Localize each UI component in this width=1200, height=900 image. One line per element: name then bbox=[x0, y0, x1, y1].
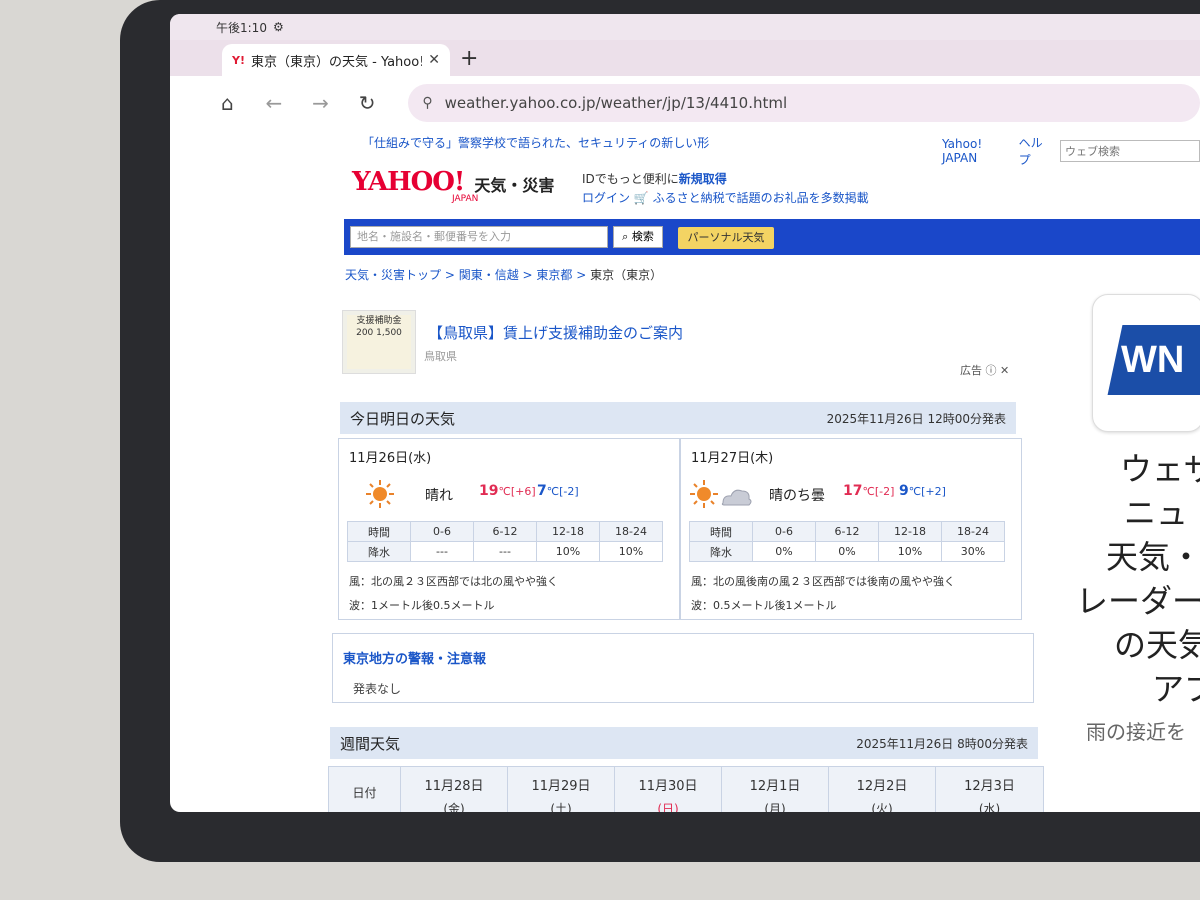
forecast-header: 今日明日の天気 2025年11月26日 12時00分発表 bbox=[340, 402, 1016, 434]
breadcrumb-region[interactable]: 関東・信越 bbox=[459, 268, 519, 282]
furusato-link[interactable]: ふるさと納税で話題のお礼品を多数掲載 bbox=[653, 191, 869, 205]
low-temp: 7℃[-2] bbox=[537, 483, 579, 499]
id-text: IDでもっと便利に bbox=[582, 172, 679, 186]
forecast-issued: 2025年11月26日 12時00分発表 bbox=[826, 411, 1006, 426]
gear-icon: ⚙ bbox=[272, 20, 284, 34]
logo-sub: JAPAN bbox=[452, 194, 479, 204]
wind-text: 風：北の風２３区西部では北の風やや強く bbox=[349, 575, 558, 588]
weekly-title: 週間天気 bbox=[340, 734, 401, 753]
ad-info-icon[interactable]: ⓘ bbox=[986, 364, 997, 377]
weathernews-app-logo[interactable]: WN bbox=[1092, 294, 1200, 432]
ad-label: 広告 ⓘ ✕ bbox=[960, 364, 1010, 377]
weekly-date-cell: 12月2日 (火) bbox=[829, 767, 936, 812]
ad-image-text: 支援補助金 200 1,500 bbox=[347, 315, 411, 369]
new-tab-button[interactable]: + bbox=[460, 46, 478, 71]
yahoo-japan-link[interactable]: Yahoo! JAPAN bbox=[942, 137, 1007, 165]
breadcrumb: 天気・災害トップ > 関東・信越 > 東京都 > 東京（東京） bbox=[345, 268, 663, 282]
day-date: 11月26日(水) bbox=[349, 451, 432, 466]
ad-image[interactable]: 支援補助金 200 1,500 bbox=[342, 310, 416, 374]
breadcrumb-current: 東京（東京） bbox=[590, 268, 663, 282]
day-date: 11月27日(木) bbox=[691, 451, 774, 466]
top-links: Yahoo! JAPAN ヘルプ bbox=[942, 134, 1200, 168]
login-link[interactable]: ログイン bbox=[582, 191, 630, 205]
personal-weather-button[interactable]: パーソナル天気 bbox=[678, 227, 774, 249]
search-icon: ⌕ bbox=[622, 230, 629, 243]
warning-text: 発表なし bbox=[353, 682, 402, 696]
tab-strip: Y! 東京（東京）の天気 - Yahoo! ✕ + bbox=[170, 40, 1200, 76]
forward-icon[interactable]: → bbox=[309, 91, 332, 115]
weekly-row-label: 日付 bbox=[329, 767, 401, 812]
logo-letters: WN bbox=[1121, 339, 1185, 381]
close-tab-icon[interactable]: ✕ bbox=[428, 52, 440, 68]
weekly-date-cell: 11月28日 (金) bbox=[401, 767, 508, 812]
yahoo-favicon-icon: Y! bbox=[232, 53, 245, 67]
reload-icon[interactable]: ↻ bbox=[356, 91, 379, 115]
browser-tab[interactable]: Y! 東京（東京）の天気 - Yahoo! ✕ bbox=[222, 44, 450, 76]
side-line: アプ bbox=[1152, 670, 1200, 708]
breadcrumb-pref[interactable]: 東京都 bbox=[536, 268, 572, 282]
sun-icon bbox=[366, 480, 394, 508]
tab-title: 東京（東京）の天気 - Yahoo! bbox=[250, 54, 423, 70]
forecast-title: 今日明日の天気 bbox=[350, 409, 456, 428]
weekly-date-cell: 11月29日 (土) bbox=[508, 767, 615, 812]
address-bar[interactable]: ⚲ weather.yahoo.co.jp/weather/jp/13/4410… bbox=[408, 84, 1200, 122]
sun-then-cloud-icon bbox=[690, 480, 752, 508]
forecast-day-today: 11月26日(水) 晴れ 19℃[+6] 7℃[-2] 時間 0-6 6-12 12-… bbox=[338, 438, 680, 620]
url-text: weather.yahoo.co.jp/weather/jp/13/4410.h… bbox=[444, 94, 788, 112]
id-area: IDでもっと便利に新規取得 ログイン 🛒 ふるさと納税で話題のお礼品を多数掲載 bbox=[582, 170, 869, 208]
high-temp: 17℃[-2] bbox=[843, 483, 895, 499]
web-search-input[interactable] bbox=[1060, 140, 1200, 162]
forecast-day-tomorrow: 11月27日(木) 晴のち曇 17℃[-2] 9℃[+2] 時間 0-6 6-12 1… bbox=[680, 438, 1022, 620]
warning-box: 東京地方の警報・注意報 発表なし bbox=[332, 633, 1034, 703]
yahoo-weather-logo[interactable]: YAHOO! JAPAN 天気・災害 bbox=[352, 167, 555, 204]
cart-icon: 🛒 bbox=[633, 191, 649, 205]
back-icon[interactable]: ← bbox=[263, 91, 286, 115]
signup-link[interactable]: 新規取得 bbox=[679, 172, 727, 186]
weekly-header: 週間天気 2025年11月26日 8時00分発表 bbox=[330, 727, 1038, 759]
side-line: レーダー bbox=[1076, 582, 1200, 620]
ad-sponsor: 鳥取県 bbox=[424, 350, 457, 363]
side-sub: 雨の接近を bbox=[1086, 720, 1186, 744]
weather-text: 晴れ bbox=[425, 488, 453, 504]
status-time: 午後1:10 bbox=[216, 20, 267, 35]
weekly-date-cell: 12月1日 (月) bbox=[722, 767, 829, 812]
wave-text: 波：0.5メートル後1メートル bbox=[691, 599, 837, 612]
wave-text: 波：1メートル後0.5メートル bbox=[349, 599, 495, 612]
weekly-date-cell: 12月3日 (水) bbox=[936, 767, 1043, 812]
side-line: 天気・ bbox=[1106, 538, 1200, 576]
logo-text: YAHOO! bbox=[352, 167, 465, 197]
service-name: 天気・災害 bbox=[474, 176, 555, 195]
side-line: ニュ bbox=[1124, 494, 1189, 532]
search-button[interactable]: ⌕ 検索 bbox=[613, 226, 663, 248]
ad-title[interactable]: 【鳥取県】賃上げ支援補助金のご案内 bbox=[428, 322, 683, 343]
location-search-input[interactable]: 地名・施設名・郵便番号を入力 bbox=[350, 226, 608, 248]
ad-close-icon[interactable]: ✕ bbox=[1000, 364, 1009, 377]
weekly-issued: 2025年11月26日 8時00分発表 bbox=[856, 736, 1028, 751]
warning-title[interactable]: 東京地方の警報・注意報 bbox=[343, 648, 486, 667]
side-line: ウェザ bbox=[1120, 450, 1200, 488]
low-temp: 9℃[+2] bbox=[899, 483, 946, 499]
weekly-table: 日付 11月28日 (金) 11月29日 (土) 11月30日 (日) 12月1日 (月… bbox=[328, 766, 1044, 812]
tablet-screen: 午後1:10 ⚙ Y! 東京（東京）の天気 - Yahoo! ✕ + ⌂ ← →… bbox=[170, 14, 1200, 812]
browser-toolbar: ⌂ ← → ↻ ⚲ weather.yahoo.co.jp/weather/jp… bbox=[170, 76, 1200, 130]
side-line: の天気 bbox=[1114, 626, 1200, 664]
status-bar: 午後1:10 ⚙ bbox=[170, 14, 1200, 40]
precip-table: 時間 0-6 6-12 12-18 18-24 降水 0% 0% 10% 30% bbox=[689, 521, 1005, 562]
high-temp: 19℃[+6] bbox=[479, 483, 536, 499]
site-settings-icon[interactable]: ⚲ bbox=[422, 95, 432, 111]
home-icon[interactable]: ⌂ bbox=[216, 91, 239, 115]
weather-text: 晴のち曇 bbox=[769, 488, 825, 504]
weekly-date-cell: 11月30日 (日) bbox=[615, 767, 722, 812]
wind-text: 風：北の風後南の風２３区西部では後南の風やや強く bbox=[691, 575, 955, 588]
help-link[interactable]: ヘルプ bbox=[1019, 134, 1048, 168]
promo-link[interactable]: 「仕組みで守る」警察学校で語られた、セキュリティの新しい形 bbox=[362, 134, 709, 151]
search-button-label: 検索 bbox=[631, 230, 654, 243]
breadcrumb-top[interactable]: 天気・災害トップ bbox=[345, 268, 441, 282]
precip-table: 時間 0-6 6-12 12-18 18-24 降水 --- --- 10% 10% bbox=[347, 521, 663, 562]
